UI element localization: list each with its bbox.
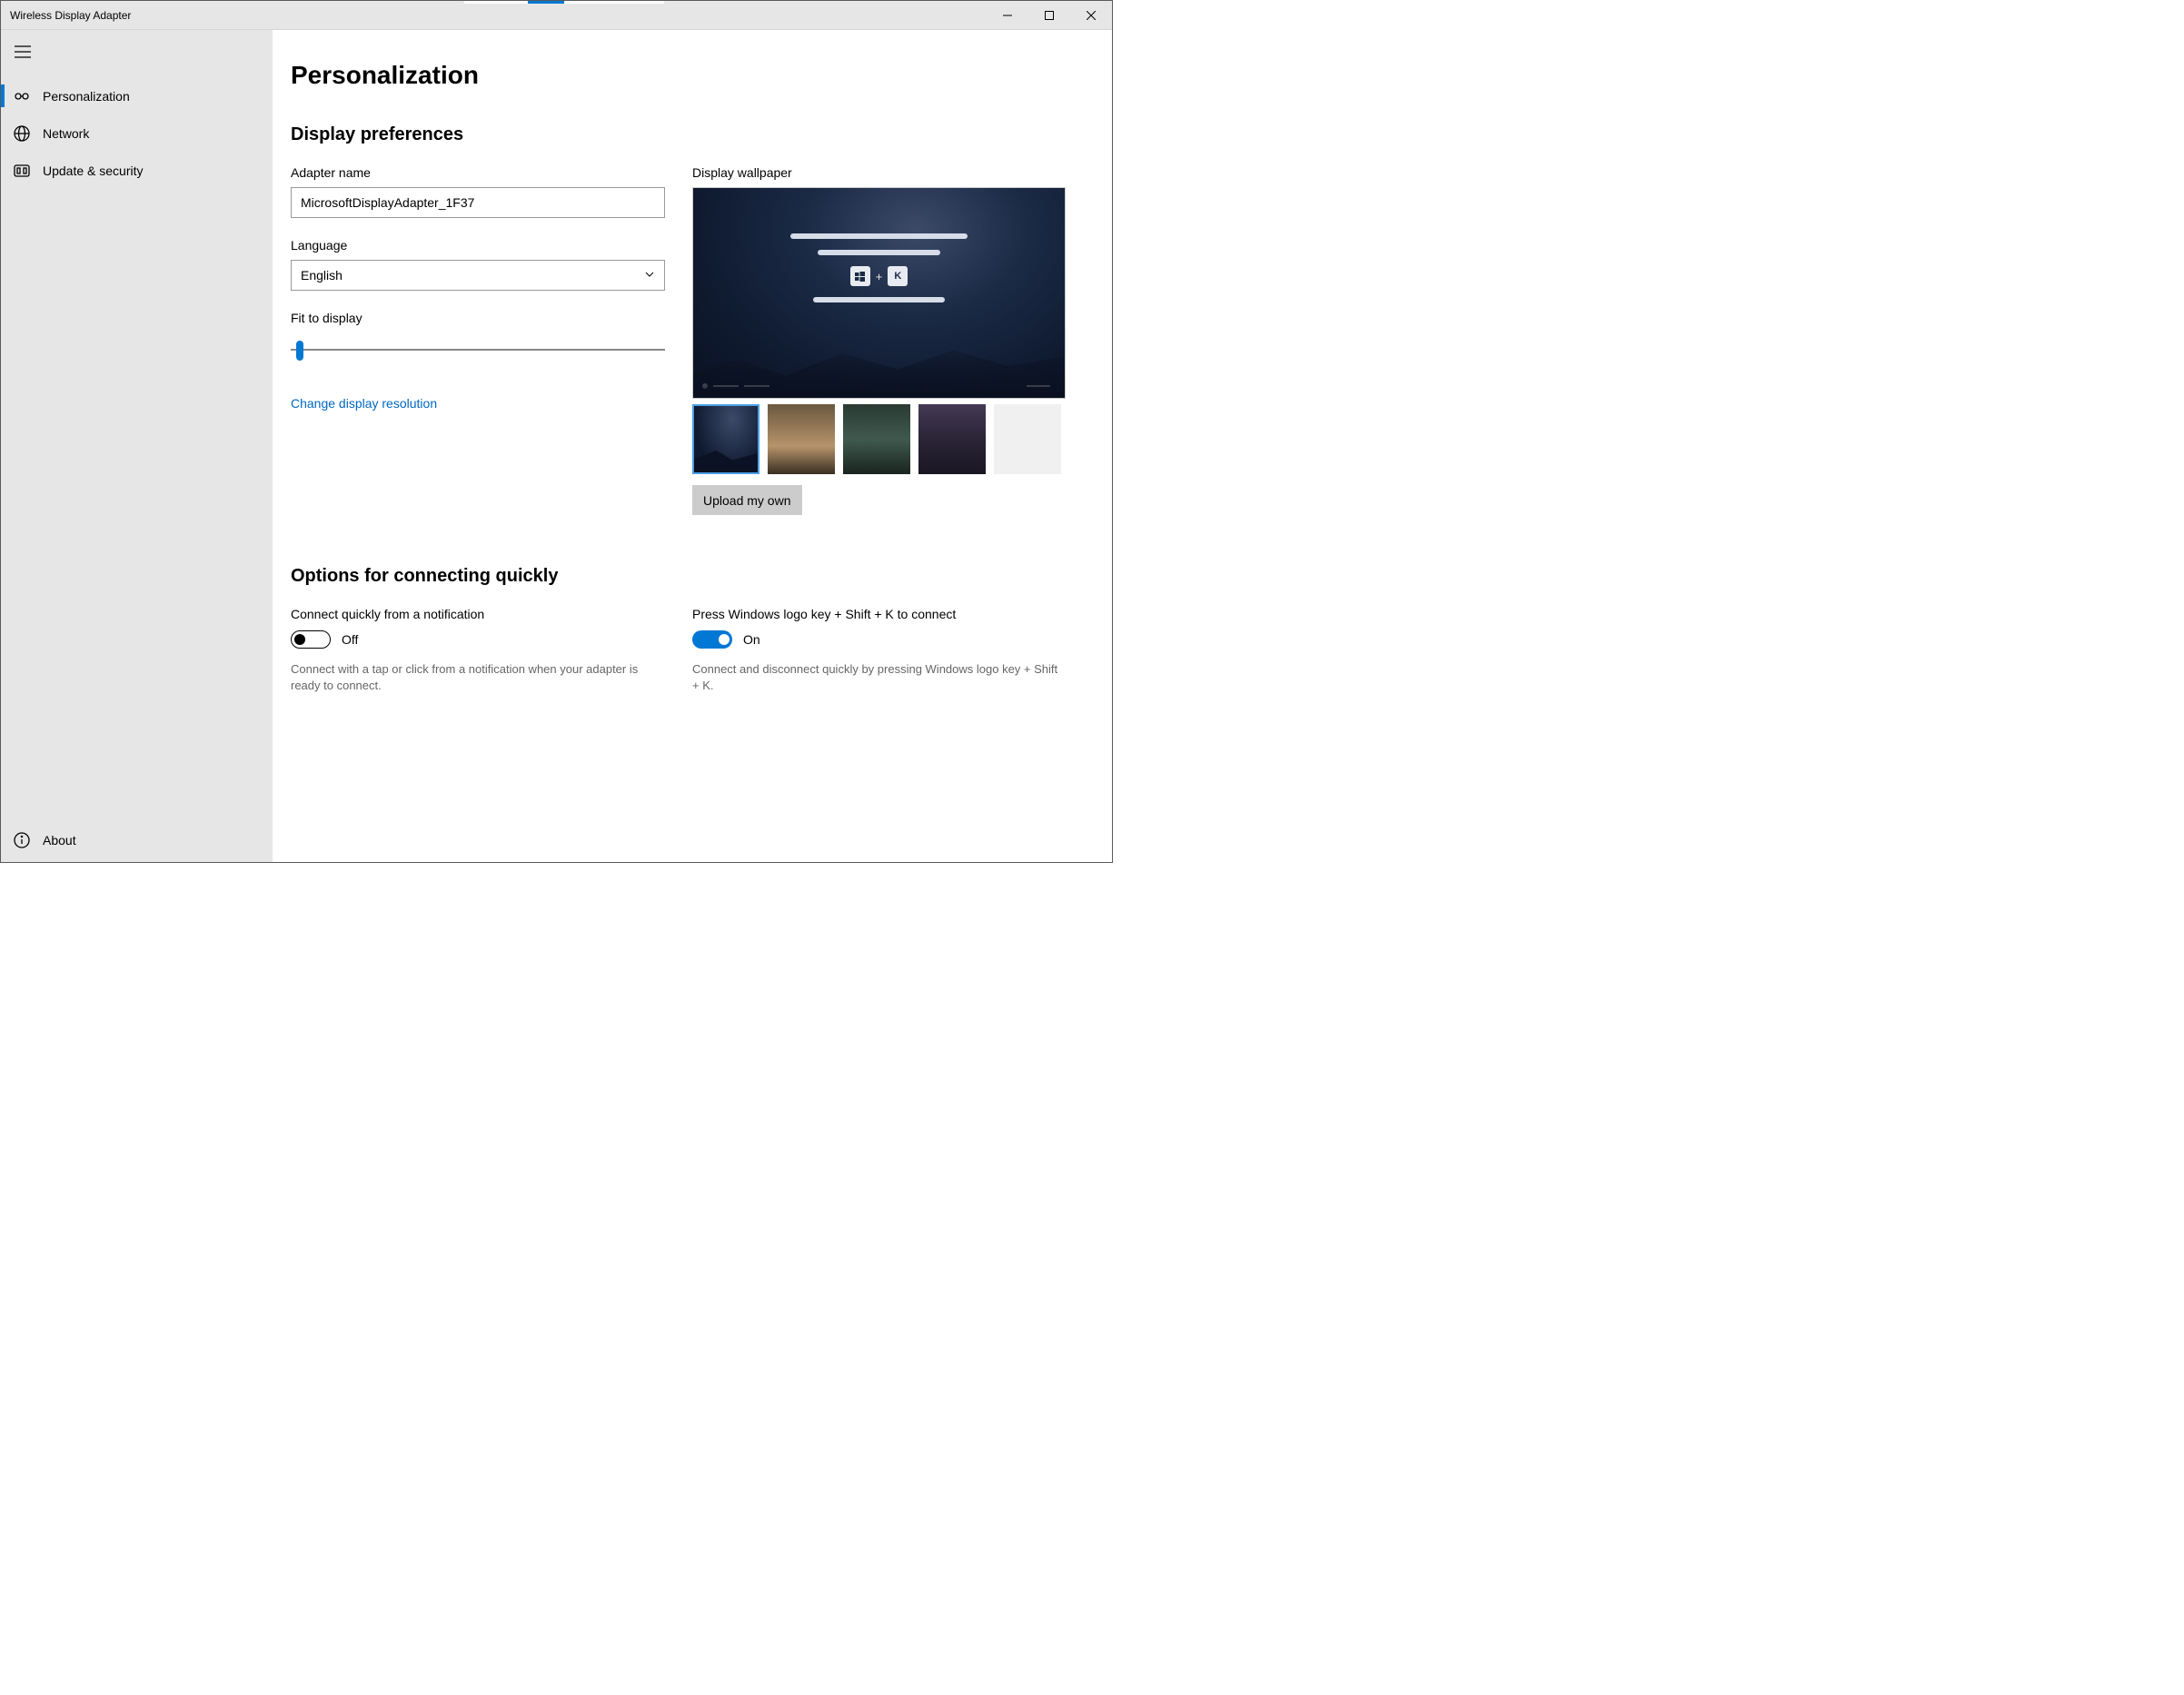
shortcut-toggle[interactable] [692, 630, 732, 649]
adapter-name-input[interactable] [291, 187, 665, 218]
options-heading: Options for connecting quickly [291, 566, 1094, 587]
quick-notification-label: Connect quickly from a notification [291, 607, 665, 621]
fit-slider[interactable] [291, 340, 665, 360]
language-value: English [301, 268, 342, 282]
windows-key-icon [850, 266, 870, 286]
wallpaper-thumb-3[interactable] [843, 404, 910, 474]
personalization-icon [14, 88, 30, 104]
info-icon [14, 832, 30, 848]
fit-to-display-label: Fit to display [291, 311, 665, 325]
language-label: Language [291, 238, 665, 253]
sidebar-item-network[interactable]: Network [1, 114, 272, 152]
quick-notification-state: Off [342, 632, 358, 647]
titlebar: Wireless Display Adapter [1, 1, 1112, 30]
wallpaper-thumb-1[interactable] [692, 404, 759, 474]
window-controls [987, 1, 1112, 30]
sidebar-item-label: Update & security [43, 164, 144, 178]
shortcut-label: Press Windows logo key + Shift + K to co… [692, 607, 1067, 621]
network-icon [14, 125, 30, 142]
k-key-label: K [888, 266, 908, 286]
slider-thumb[interactable] [296, 341, 303, 361]
sidebar-item-about[interactable]: About [1, 818, 272, 862]
nav-list: Personalization Network Update & securit… [1, 77, 272, 189]
upload-button[interactable]: Upload my own [692, 485, 802, 515]
wallpaper-thumb-2[interactable] [768, 404, 835, 474]
shortcut-desc: Connect and disconnect quickly by pressi… [692, 661, 1067, 694]
sidebar-item-label: Network [43, 126, 89, 141]
quick-notification-toggle[interactable] [291, 630, 331, 649]
hamburger-button[interactable] [1, 30, 45, 74]
sidebar-item-personalization[interactable]: Personalization [1, 77, 272, 114]
chevron-down-icon [644, 268, 655, 282]
wallpaper-thumb-5[interactable] [994, 404, 1061, 474]
display-preferences-heading: Display preferences [291, 124, 1094, 145]
sidebar-item-update[interactable]: Update & security [1, 152, 272, 189]
adapter-name-label: Adapter name [291, 165, 665, 180]
app-window: Wireless Display Adapter Personalization [0, 0, 1113, 863]
window-title: Wireless Display Adapter [1, 9, 131, 22]
maximize-button[interactable] [1028, 1, 1070, 30]
close-button[interactable] [1070, 1, 1112, 30]
minimize-button[interactable] [987, 1, 1028, 30]
content-pane: Personalization Display preferences Adap… [273, 30, 1112, 862]
update-icon [14, 163, 30, 179]
wallpaper-preview: + K [692, 187, 1066, 399]
shortcut-state: On [743, 632, 760, 647]
wallpaper-label: Display wallpaper [692, 165, 1067, 180]
sidebar-item-label: Personalization [43, 89, 130, 104]
wallpaper-thumbnails [692, 404, 1067, 474]
plus-icon: + [876, 270, 883, 283]
titlebar-accent [464, 1, 664, 4]
language-select[interactable]: English [291, 260, 665, 291]
page-title: Personalization [291, 61, 1094, 90]
sidebar: Personalization Network Update & securit… [1, 30, 273, 862]
wallpaper-thumb-4[interactable] [918, 404, 986, 474]
quick-notification-desc: Connect with a tap or click from a notif… [291, 661, 665, 694]
change-resolution-link[interactable]: Change display resolution [291, 396, 437, 411]
about-label: About [43, 833, 76, 848]
